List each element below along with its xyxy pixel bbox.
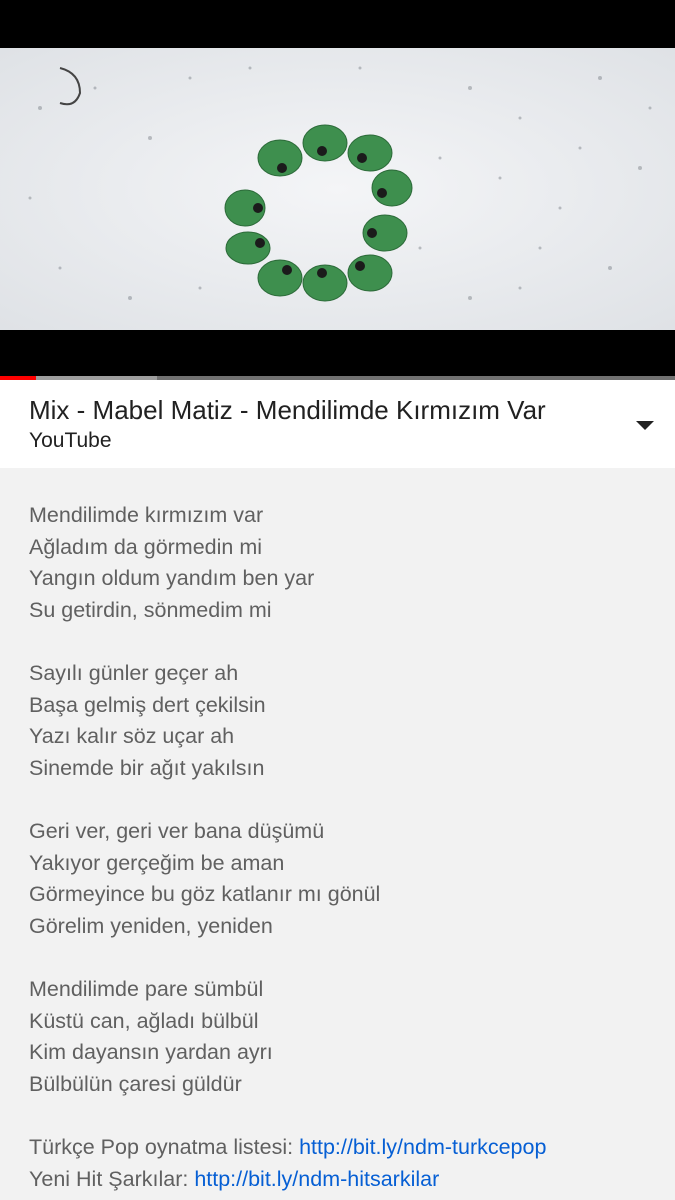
lyric-line: Bülbülün çaresi güldür xyxy=(29,1071,242,1096)
video-player[interactable] xyxy=(0,0,675,376)
lyric-line: Görmeyince bu göz katlanır mı gönül xyxy=(29,882,381,906)
lyric-line: Sinemde bir ağıt yakılsın xyxy=(29,755,265,780)
lyric-line: Mendilimde pare sümbül xyxy=(29,977,264,1001)
lyric-line: Başa gelmiş dert çekilsin xyxy=(29,692,266,717)
lyric-line: Küstü can, ağladı bülbül xyxy=(29,1008,259,1033)
lyrics-stanza: Geri ver, geri ver bana düşümü Yakıyor g… xyxy=(29,816,659,942)
lyric-line: Geri ver, geri ver bana düşümü xyxy=(29,819,325,843)
lyrics-stanza: Sayılı günler geçer ah Başa gelmiş dert … xyxy=(29,658,659,784)
lyric-line: Yakıyor gerçeğim be aman xyxy=(29,850,285,875)
video-title: Mix - Mabel Matiz - Mendilimde Kırmızım … xyxy=(29,395,546,425)
description-links: Türkçe Pop oynatma listesi: http://bit.l… xyxy=(29,1132,659,1195)
turkcepop-link[interactable]: http://bit.ly/ndm-turkcepop xyxy=(299,1135,546,1159)
video-description: Mendilimde kırmızım var Ağladım da görme… xyxy=(29,500,659,1195)
lyric-line: Sayılı günler geçer ah xyxy=(29,661,239,685)
link-label: Yeni Hit Şarkılar: xyxy=(29,1166,195,1191)
playlist-link-row: Türkçe Pop oynatma listesi: http://bit.l… xyxy=(29,1132,659,1164)
hitsarkilar-link[interactable]: http://bit.ly/ndm-hitsarkilar xyxy=(194,1167,439,1191)
channel-name: YouTube xyxy=(29,429,112,452)
lyric-line: Yazı kalır söz uçar ah xyxy=(29,724,235,748)
link-label: Türkçe Pop oynatma listesi: xyxy=(29,1135,300,1159)
hits-link-row: Yeni Hit Şarkılar: http://bit.ly/ndm-hit… xyxy=(29,1164,659,1196)
video-frame xyxy=(0,48,675,330)
lyric-line: Ağladım da görmedin mi xyxy=(29,534,263,559)
lyric-line: Yangın oldum yandım ben yar xyxy=(29,566,315,590)
lyrics-stanza: Mendilimde kırmızım var Ağladım da görme… xyxy=(29,500,659,626)
lyrics-stanza: Mendilimde pare sümbül Küstü can, ağladı… xyxy=(29,974,659,1100)
chevron-down-icon[interactable] xyxy=(630,413,660,437)
lyric-line: Su getirdin, sönmedim mi xyxy=(29,597,272,622)
lyric-line: Görelim yeniden, yeniden xyxy=(29,913,273,938)
lyric-line: Mendilimde kırmızım var xyxy=(29,503,264,527)
lyric-line: Kim dayansın yardan ayrı xyxy=(29,1040,273,1064)
